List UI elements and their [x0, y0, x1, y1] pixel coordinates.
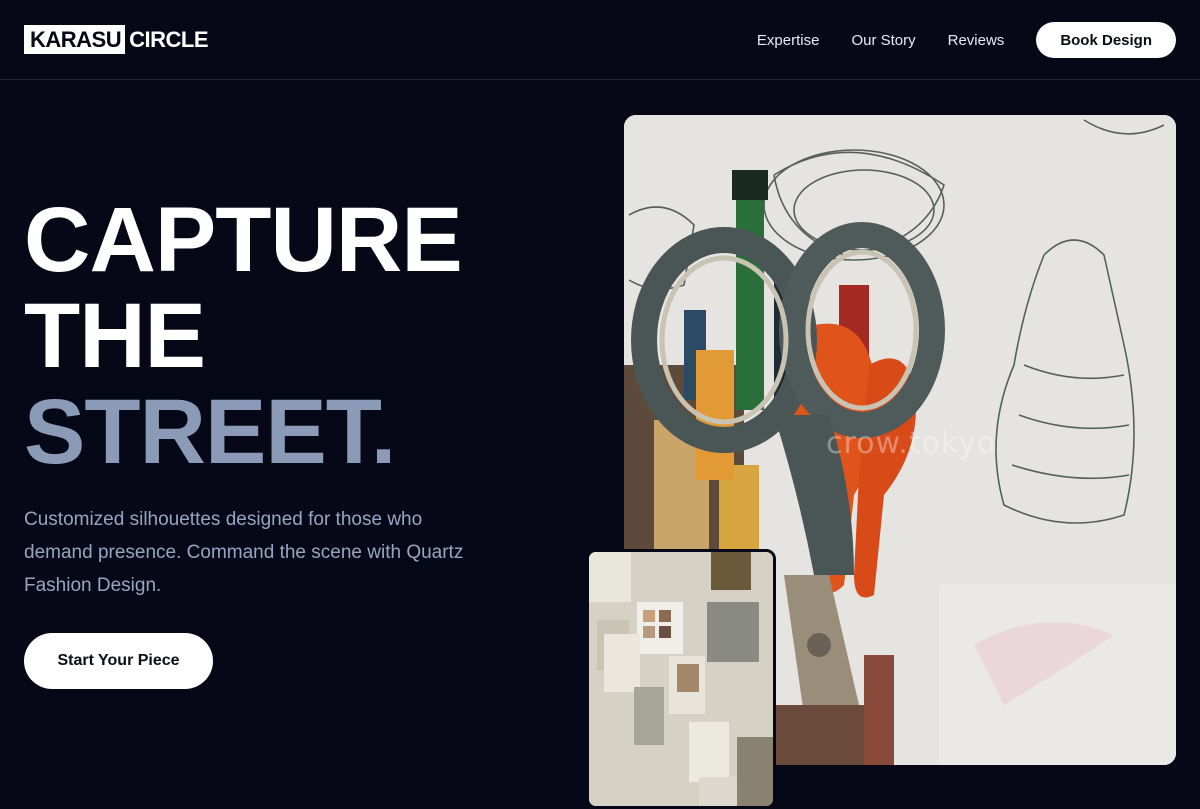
image-watermark: crow.tokyo [826, 426, 997, 461]
nav-link-reviews[interactable]: Reviews [948, 32, 1005, 49]
main-nav: Expertise Our Story Reviews Book Design [757, 22, 1176, 58]
hero-title-line-1: CAPTURE [24, 189, 463, 291]
nav-link-expertise[interactable]: Expertise [757, 32, 820, 49]
hero-inset-image [586, 549, 776, 809]
nav-link-our-story[interactable]: Our Story [851, 32, 915, 49]
moodboard-photo-icon [589, 552, 773, 806]
logo-text: CIRCLE [129, 27, 209, 52]
logo-box-text: KARASU [24, 25, 126, 54]
book-design-button[interactable]: Book Design [1036, 22, 1176, 58]
hero-title: CAPTURE THE STREET. [24, 189, 463, 483]
logo[interactable]: KARASU CIRCLE [24, 25, 209, 54]
start-your-piece-button[interactable]: Start Your Piece [24, 633, 213, 689]
hero-description: Customized silhouettes designed for thos… [24, 509, 464, 596]
site-header: KARASU CIRCLE Expertise Our Story Review… [0, 0, 1200, 80]
hero-title-line-2: THE [24, 285, 206, 387]
hero-title-line-3: STREET. [24, 381, 396, 483]
